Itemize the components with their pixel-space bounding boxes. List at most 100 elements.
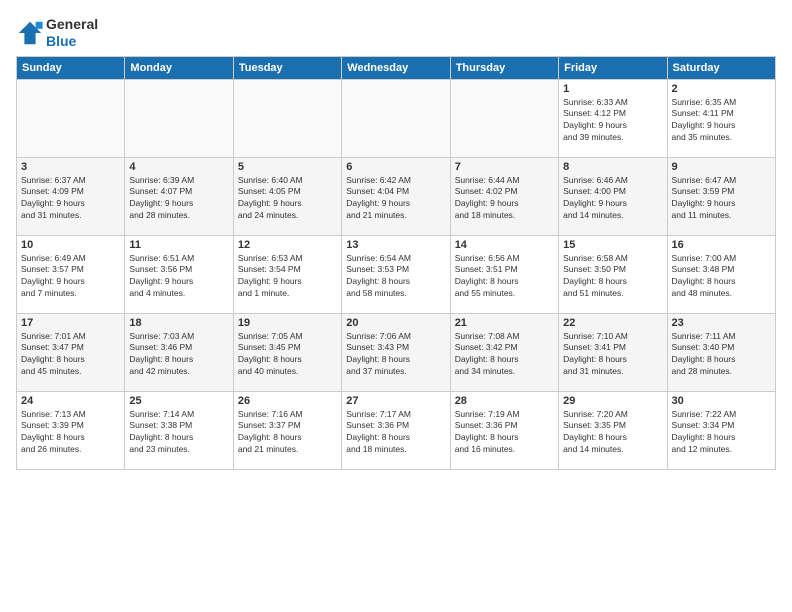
calendar-header-row: SundayMondayTuesdayWednesdayThursdayFrid…: [17, 56, 776, 79]
weekday-header: Sunday: [17, 56, 125, 79]
day-info: Sunrise: 6:47 AM Sunset: 3:59 PM Dayligh…: [672, 175, 771, 223]
day-info: Sunrise: 6:56 AM Sunset: 3:51 PM Dayligh…: [455, 253, 554, 301]
day-info: Sunrise: 7:17 AM Sunset: 3:36 PM Dayligh…: [346, 409, 445, 457]
day-number: 28: [455, 395, 554, 407]
calendar-day-cell: 6 Sunrise: 6:42 AM Sunset: 4:04 PM Daylig…: [342, 157, 450, 235]
day-info: Sunrise: 6:35 AM Sunset: 4:11 PM Dayligh…: [672, 97, 771, 145]
day-number: 26: [238, 395, 337, 407]
calendar-day-cell: 1Sunrise: 6:33 AM Sunset: 4:12 PM Daylig…: [559, 79, 667, 157]
day-info: Sunrise: 6:46 AM Sunset: 4:00 PM Dayligh…: [563, 175, 662, 223]
weekday-header: Wednesday: [342, 56, 450, 79]
calendar-day-cell: 15 Sunrise: 6:58 AM Sunset: 3:50 PM Dayli…: [559, 235, 667, 313]
calendar-day-cell: 25 Sunrise: 7:14 AM Sunset: 3:38 PM Dayli…: [125, 391, 233, 469]
calendar-day-cell: 5Sunrise: 6:40 AM Sunset: 4:05 PM Daylig…: [233, 157, 341, 235]
calendar-day-cell: 7 Sunrise: 6:44 AM Sunset: 4:02 PM Daylig…: [450, 157, 558, 235]
day-info: Sunrise: 7:11 AM Sunset: 3:40 PM Dayligh…: [672, 331, 771, 379]
logo-text: General Blue: [46, 16, 98, 50]
day-number: 13: [346, 239, 445, 251]
weekday-header: Saturday: [667, 56, 775, 79]
day-info: Sunrise: 7:06 AM Sunset: 3:43 PM Dayligh…: [346, 331, 445, 379]
calendar-day-cell: 3 Sunrise: 6:37 AM Sunset: 4:09 PM Daylig…: [17, 157, 125, 235]
calendar-day-cell: 23 Sunrise: 7:11 AM Sunset: 3:40 PM Dayli…: [667, 313, 775, 391]
calendar-day-cell: 19 Sunrise: 7:05 AM Sunset: 3:45 PM Dayli…: [233, 313, 341, 391]
day-info: Sunrise: 7:03 AM Sunset: 3:46 PM Dayligh…: [129, 331, 228, 379]
day-info: Sunrise: 7:13 AM Sunset: 3:39 PM Dayligh…: [21, 409, 120, 457]
day-number: 7: [455, 161, 554, 173]
weekday-header: Tuesday: [233, 56, 341, 79]
day-number: 21: [455, 317, 554, 329]
calendar-week-row: 3 Sunrise: 6:37 AM Sunset: 4:09 PM Daylig…: [17, 157, 776, 235]
calendar-day-cell: [450, 79, 558, 157]
calendar-day-cell: 14 Sunrise: 6:56 AM Sunset: 3:51 PM Dayli…: [450, 235, 558, 313]
calendar-day-cell: 16Sunrise: 7:00 AM Sunset: 3:48 PM Dayli…: [667, 235, 775, 313]
day-info: Sunrise: 7:14 AM Sunset: 3:38 PM Dayligh…: [129, 409, 228, 457]
day-info: Sunrise: 7:22 AM Sunset: 3:34 PM Dayligh…: [672, 409, 771, 457]
calendar-day-cell: 30 Sunrise: 7:22 AM Sunset: 3:34 PM Dayli…: [667, 391, 775, 469]
calendar-day-cell: 20 Sunrise: 7:06 AM Sunset: 3:43 PM Dayli…: [342, 313, 450, 391]
calendar-table: SundayMondayTuesdayWednesdayThursdayFrid…: [16, 56, 776, 470]
calendar-week-row: 1Sunrise: 6:33 AM Sunset: 4:12 PM Daylig…: [17, 79, 776, 157]
calendar-day-cell: 21 Sunrise: 7:08 AM Sunset: 3:42 PM Dayli…: [450, 313, 558, 391]
calendar-day-cell: [342, 79, 450, 157]
calendar-day-cell: 12Sunrise: 6:53 AM Sunset: 3:54 PM Dayli…: [233, 235, 341, 313]
day-info: Sunrise: 7:01 AM Sunset: 3:47 PM Dayligh…: [21, 331, 120, 379]
page: General Blue SundayMondayTuesdayWednesda…: [0, 0, 792, 612]
day-number: 1: [563, 83, 662, 95]
day-number: 29: [563, 395, 662, 407]
calendar-day-cell: 24 Sunrise: 7:13 AM Sunset: 3:39 PM Dayli…: [17, 391, 125, 469]
calendar-day-cell: [17, 79, 125, 157]
calendar-week-row: 17 Sunrise: 7:01 AM Sunset: 3:47 PM Dayli…: [17, 313, 776, 391]
day-info: Sunrise: 6:51 AM Sunset: 3:56 PM Dayligh…: [129, 253, 228, 301]
day-number: 5: [238, 161, 337, 173]
day-number: 15: [563, 239, 662, 251]
weekday-header: Monday: [125, 56, 233, 79]
day-number: 25: [129, 395, 228, 407]
day-info: Sunrise: 7:08 AM Sunset: 3:42 PM Dayligh…: [455, 331, 554, 379]
day-number: 27: [346, 395, 445, 407]
day-info: Sunrise: 7:10 AM Sunset: 3:41 PM Dayligh…: [563, 331, 662, 379]
calendar-day-cell: 26 Sunrise: 7:16 AM Sunset: 3:37 PM Dayli…: [233, 391, 341, 469]
day-info: Sunrise: 7:19 AM Sunset: 3:36 PM Dayligh…: [455, 409, 554, 457]
day-info: Sunrise: 6:37 AM Sunset: 4:09 PM Dayligh…: [21, 175, 120, 223]
weekday-header: Thursday: [450, 56, 558, 79]
logo: General Blue: [16, 16, 98, 50]
day-number: 3: [21, 161, 120, 173]
calendar-day-cell: 9 Sunrise: 6:47 AM Sunset: 3:59 PM Daylig…: [667, 157, 775, 235]
calendar-day-cell: 28 Sunrise: 7:19 AM Sunset: 3:36 PM Dayli…: [450, 391, 558, 469]
day-number: 30: [672, 395, 771, 407]
calendar-day-cell: [233, 79, 341, 157]
header: General Blue: [16, 12, 776, 50]
calendar-day-cell: 8 Sunrise: 6:46 AM Sunset: 4:00 PM Daylig…: [559, 157, 667, 235]
day-number: 2: [672, 83, 771, 95]
calendar-day-cell: 17 Sunrise: 7:01 AM Sunset: 3:47 PM Dayli…: [17, 313, 125, 391]
calendar-day-cell: 2 Sunrise: 6:35 AM Sunset: 4:11 PM Daylig…: [667, 79, 775, 157]
day-number: 22: [563, 317, 662, 329]
day-number: 20: [346, 317, 445, 329]
day-number: 11: [129, 239, 228, 251]
day-number: 18: [129, 317, 228, 329]
calendar-week-row: 24 Sunrise: 7:13 AM Sunset: 3:39 PM Dayli…: [17, 391, 776, 469]
day-info: Sunrise: 6:44 AM Sunset: 4:02 PM Dayligh…: [455, 175, 554, 223]
day-number: 14: [455, 239, 554, 251]
day-number: 6: [346, 161, 445, 173]
calendar-day-cell: 22 Sunrise: 7:10 AM Sunset: 3:41 PM Dayli…: [559, 313, 667, 391]
day-info: Sunrise: 6:49 AM Sunset: 3:57 PM Dayligh…: [21, 253, 120, 301]
day-info: Sunrise: 7:20 AM Sunset: 3:35 PM Dayligh…: [563, 409, 662, 457]
day-number: 23: [672, 317, 771, 329]
calendar-day-cell: 27 Sunrise: 7:17 AM Sunset: 3:36 PM Dayli…: [342, 391, 450, 469]
calendar-day-cell: 4Sunrise: 6:39 AM Sunset: 4:07 PM Daylig…: [125, 157, 233, 235]
day-info: Sunrise: 7:05 AM Sunset: 3:45 PM Dayligh…: [238, 331, 337, 379]
day-info: Sunrise: 7:16 AM Sunset: 3:37 PM Dayligh…: [238, 409, 337, 457]
calendar-day-cell: 13 Sunrise: 6:54 AM Sunset: 3:53 PM Dayli…: [342, 235, 450, 313]
day-number: 19: [238, 317, 337, 329]
day-info: Sunrise: 6:39 AM Sunset: 4:07 PM Dayligh…: [129, 175, 228, 223]
day-number: 17: [21, 317, 120, 329]
day-info: Sunrise: 6:58 AM Sunset: 3:50 PM Dayligh…: [563, 253, 662, 301]
day-number: 16: [672, 239, 771, 251]
day-info: Sunrise: 6:54 AM Sunset: 3:53 PM Dayligh…: [346, 253, 445, 301]
day-number: 8: [563, 161, 662, 173]
day-number: 9: [672, 161, 771, 173]
calendar-day-cell: [125, 79, 233, 157]
day-info: Sunrise: 6:42 AM Sunset: 4:04 PM Dayligh…: [346, 175, 445, 223]
day-number: 24: [21, 395, 120, 407]
